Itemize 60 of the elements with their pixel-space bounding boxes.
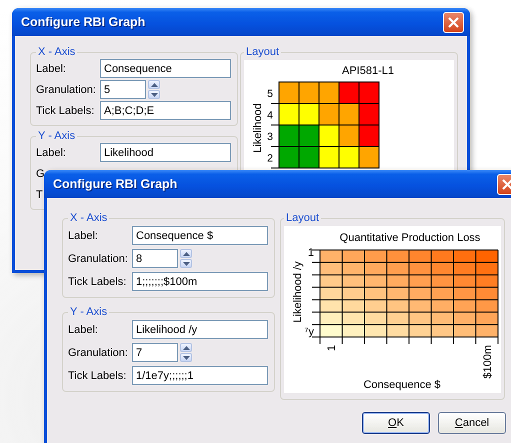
number-field[interactable]: 7	[132, 343, 178, 362]
up-arrow-icon	[150, 82, 158, 86]
close-icon	[502, 178, 511, 190]
text-field[interactable]: 1/1e7y;;;;;;1	[132, 366, 268, 385]
field-label: Label:	[36, 146, 67, 158]
spin-up-button[interactable]	[180, 249, 192, 258]
tick-label: ⁷y	[304, 326, 314, 338]
group-legend: Y - Axis	[68, 306, 110, 318]
tick-label: 2	[267, 152, 273, 164]
group-legend: Y - Axis	[36, 130, 78, 142]
spin-down-button[interactable]	[148, 90, 160, 99]
window-title: Configure RBI Graph	[21, 15, 146, 29]
text-field[interactable]: A;B;C;D;E	[100, 101, 231, 120]
tick-label: 1	[326, 345, 338, 352]
close-icon	[448, 16, 459, 28]
group-legend: X - Axis	[36, 46, 78, 58]
group-legend: Layout	[244, 46, 282, 58]
field-label: G	[36, 168, 46, 180]
text-field[interactable]: Consequence	[100, 59, 231, 78]
chart-title: Quantitative Production Loss	[340, 232, 480, 244]
dialog-button[interactable]: Cancel	[438, 412, 506, 434]
spin-down-button[interactable]	[180, 353, 192, 362]
group-legend: Layout	[284, 212, 322, 224]
tick-label: 5	[267, 88, 273, 100]
spin-up-button[interactable]	[180, 343, 192, 352]
field-label: Granulation:	[36, 84, 97, 96]
up-arrow-icon	[182, 346, 190, 350]
tick-label: 4	[267, 110, 273, 122]
tick-label: $100m	[482, 345, 494, 379]
field-label: Tick Labels:	[68, 370, 128, 382]
field-label: Granulation:	[68, 346, 129, 358]
close-button[interactable]	[443, 12, 464, 32]
field-label: Label:	[68, 324, 99, 336]
group-legend: X - Axis	[68, 212, 110, 224]
field-label: Label:	[68, 230, 99, 242]
field-label: Tick Labels:	[36, 104, 96, 116]
number-field[interactable]: 8	[132, 249, 178, 268]
text-field[interactable]: 1;;;;;;;$100m	[132, 272, 268, 291]
spin-down-button[interactable]	[180, 259, 192, 268]
axis-label: Consequence $	[363, 379, 441, 391]
down-arrow-icon	[182, 262, 190, 266]
down-arrow-icon	[182, 356, 190, 360]
tick-label: 1	[308, 247, 314, 259]
axis-label: Likelihood /y	[292, 261, 304, 323]
dialog-button[interactable]: OK	[362, 412, 430, 434]
text-field[interactable]: Consequence $	[132, 226, 268, 245]
up-arrow-icon	[182, 252, 190, 256]
field-label: Granulation:	[68, 252, 129, 264]
axis-label: Likelihood	[252, 103, 264, 153]
field-label: T	[36, 188, 44, 200]
tick-label: 3	[267, 131, 273, 143]
window-title: Configure RBI Graph	[53, 177, 178, 191]
down-arrow-icon	[150, 92, 158, 96]
chart-title: API581-L1	[342, 65, 394, 77]
spin-up-button[interactable]	[148, 80, 160, 89]
text-field[interactable]: Likelihood	[100, 143, 231, 162]
field-label: Label:	[36, 62, 67, 74]
number-field[interactable]: 5	[100, 80, 146, 99]
field-label: Tick Labels:	[68, 276, 128, 288]
text-field[interactable]: Likelihood /y	[132, 320, 268, 339]
